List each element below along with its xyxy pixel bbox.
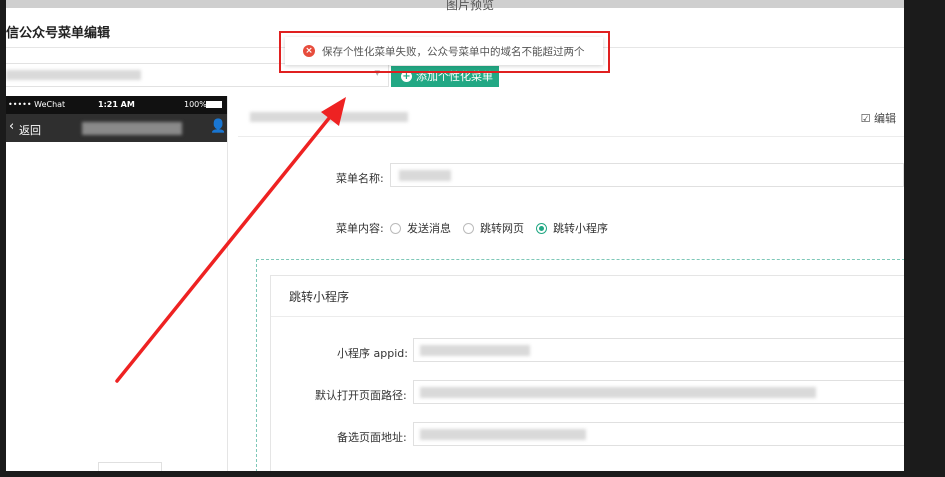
- annotation-arrow: [115, 97, 346, 383]
